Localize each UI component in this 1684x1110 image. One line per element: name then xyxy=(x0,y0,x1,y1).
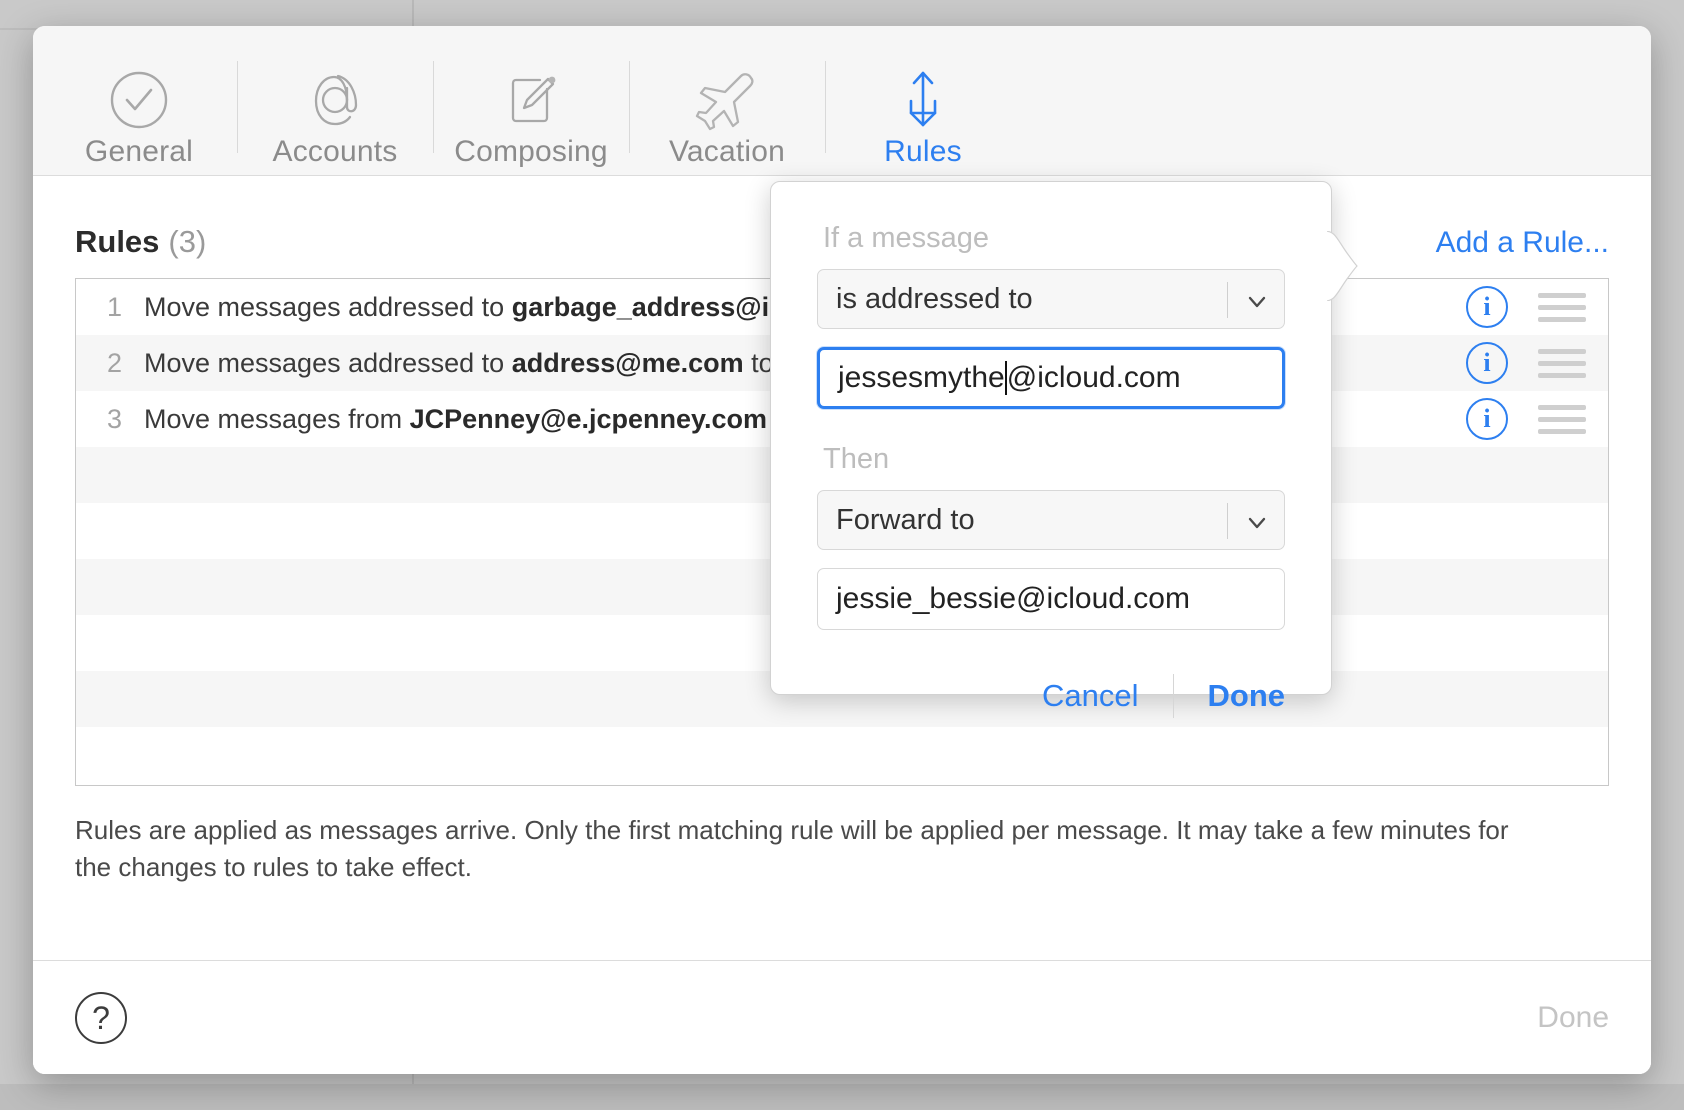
info-glyph: i xyxy=(1483,292,1491,321)
check-circle-icon xyxy=(108,69,170,131)
mail-preferences-window: General Accounts Composing Vacation Rule… xyxy=(33,26,1651,1074)
rule-actions: i xyxy=(1466,286,1608,328)
info-icon[interactable]: i xyxy=(1466,286,1508,328)
at-sign-icon xyxy=(304,69,366,131)
tab-vacation[interactable]: Vacation xyxy=(629,47,825,175)
page-title: Rules (3) xyxy=(75,224,206,260)
help-icon[interactable]: ? xyxy=(75,991,127,1044)
select-divider xyxy=(1227,282,1228,318)
tab-vacation-label: Vacation xyxy=(668,135,786,168)
popover-actions: Cancel Done xyxy=(817,674,1285,718)
rule-actions: i xyxy=(1466,342,1608,384)
condition-value-input[interactable]: jessesmythe @icloud.com xyxy=(817,347,1285,409)
window-footer: ? Done xyxy=(33,960,1651,1074)
tab-composing[interactable]: Composing xyxy=(433,47,629,175)
rule-address: JCPenney@e.jcpenney.com xyxy=(409,403,768,434)
rule-index: 3 xyxy=(106,403,122,434)
info-icon[interactable]: i xyxy=(1466,398,1508,440)
rule-editor-popover: If a message is addressed to jessesmythe… xyxy=(770,181,1332,718)
rule-prefix: Move messages from xyxy=(144,403,410,434)
tab-composing-label: Composing xyxy=(454,135,608,168)
drag-handle-icon[interactable] xyxy=(1538,404,1586,434)
chevron-down-icon xyxy=(1246,509,1268,531)
condition-input-text-before: jessesmythe xyxy=(838,361,1005,394)
action-input-text: jessie_bessie@icloud.com xyxy=(836,582,1190,615)
rule-actions: i xyxy=(1466,398,1608,440)
popover-cancel-button[interactable]: Cancel xyxy=(1042,678,1173,714)
add-a-rule-button[interactable]: Add a Rule... xyxy=(1436,226,1609,260)
popover-pointer-icon xyxy=(1320,230,1373,302)
tab-rules[interactable]: Rules xyxy=(825,47,1021,175)
tab-accounts-label: Accounts xyxy=(272,135,398,168)
select-divider xyxy=(1227,503,1228,539)
tab-accounts[interactable]: Accounts xyxy=(237,47,433,175)
tab-general[interactable]: General xyxy=(41,47,237,175)
drag-handle-icon[interactable] xyxy=(1538,292,1586,322)
rules-arrows-icon xyxy=(890,69,956,131)
action-select-value: Forward to xyxy=(836,503,975,536)
airplane-icon xyxy=(693,69,761,131)
preferences-toolbar: General Accounts Composing Vacation Rule… xyxy=(33,26,1651,176)
tab-general-label: General xyxy=(84,135,194,168)
info-icon[interactable]: i xyxy=(1466,342,1508,384)
rules-count: (3) xyxy=(168,224,207,259)
rule-prefix: Move messages addressed to xyxy=(144,347,512,378)
help-glyph: ? xyxy=(92,999,110,1036)
compose-pencil-icon xyxy=(500,69,562,131)
rule-prefix: Move messages addressed to xyxy=(144,291,512,322)
condition-select[interactable]: is addressed to xyxy=(817,269,1285,329)
condition-input-text-after: @icloud.com xyxy=(1006,361,1181,394)
rules-footnote: Rules are applied as messages arrive. On… xyxy=(75,815,1509,882)
tab-rules-label: Rules xyxy=(884,135,962,168)
condition-select-value: is addressed to xyxy=(836,282,1033,315)
drag-handle-icon[interactable] xyxy=(1538,348,1586,378)
rule-index: 1 xyxy=(106,291,122,322)
then-label: Then xyxy=(823,443,890,475)
if-a-message-label: If a message xyxy=(823,222,990,254)
rule-address: address@me.com xyxy=(511,347,744,378)
action-select[interactable]: Forward to xyxy=(817,490,1285,550)
done-button[interactable]: Done xyxy=(1537,1001,1609,1035)
chevron-down-icon xyxy=(1246,288,1268,310)
table-row-empty xyxy=(76,727,1608,783)
rule-index: 2 xyxy=(106,347,122,378)
action-value-input[interactable]: jessie_bessie@icloud.com xyxy=(817,568,1285,630)
info-glyph: i xyxy=(1483,404,1491,433)
rules-title-text: Rules xyxy=(75,224,160,259)
popover-done-button[interactable]: Done xyxy=(1174,678,1286,714)
info-glyph: i xyxy=(1483,348,1491,377)
desktop-bottom-strip xyxy=(0,1084,1684,1110)
